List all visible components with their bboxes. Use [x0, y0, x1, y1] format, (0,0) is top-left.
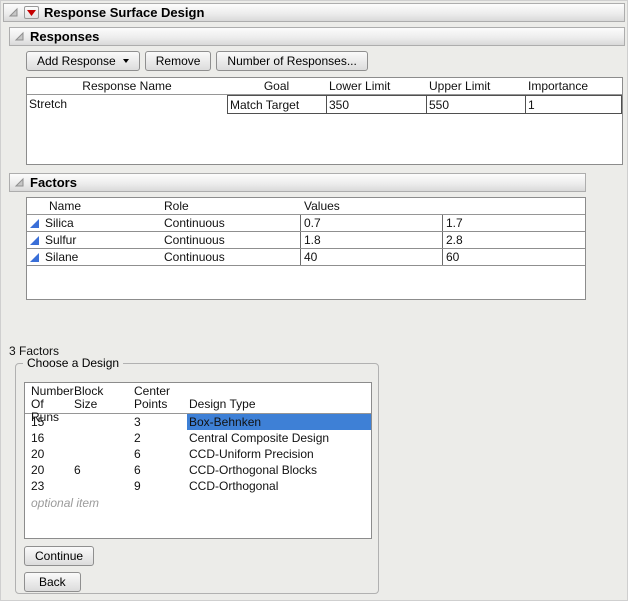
design-row-ccd-orthogonal[interactable]: 23 9 CCD-Orthogonal [25, 478, 371, 494]
factor-high-value-cell[interactable]: 2.8 [442, 232, 585, 248]
col-header-center-points: Center Points [131, 385, 187, 411]
design-row-ccd-uniform-precision[interactable]: 20 6 CCD-Uniform Precision [25, 446, 371, 462]
factor-low-value-cell[interactable]: 40 [300, 249, 442, 265]
design-row-ccd-orthogonal-blocks[interactable]: 20 6 6 CCD-Orthogonal Blocks [25, 462, 371, 478]
factors-table: Name Role Values Silica Continuous 0.7 1… [26, 197, 586, 300]
response-goal-cell[interactable]: Match Target [227, 95, 327, 114]
design-block-size [71, 446, 131, 462]
col-header-importance: Importance [525, 79, 622, 93]
design-type: CCD-Orthogonal Blocks [187, 462, 371, 478]
col-header-name: Name [27, 199, 160, 213]
responses-section-title: Responses [30, 29, 99, 44]
factor-name: Silane [45, 250, 78, 264]
col-header-role: Role [160, 199, 300, 213]
factor-name: Silica [45, 216, 74, 230]
design-center-points: 6 [131, 446, 187, 462]
design-block-size [71, 478, 131, 494]
factors-table-header: Name Role Values [27, 198, 585, 215]
main-outline-header[interactable]: Response Surface Design [3, 3, 625, 22]
remove-button[interactable]: Remove [145, 51, 212, 71]
col-header-number-of-runs: Number Of Runs [25, 385, 71, 411]
col-header-goal: Goal [227, 79, 326, 93]
response-row: Stretch Match Target 350 550 1 [27, 95, 622, 114]
design-runs: 20 [25, 446, 71, 462]
design-block-size: 6 [71, 462, 131, 478]
design-buttons: Continue Back [24, 546, 94, 592]
responses-table: Response Name Goal Lower Limit Upper Lim… [26, 77, 623, 165]
design-type: CCD-Uniform Precision [187, 446, 371, 462]
factor-name-cell[interactable]: Sulfur [27, 232, 160, 248]
factor-low-value-cell[interactable]: 0.7 [300, 215, 442, 231]
design-runs: 20 [25, 462, 71, 478]
design-center-points: 3 [131, 414, 187, 430]
factor-low-value-cell[interactable]: 1.8 [300, 232, 442, 248]
design-row-box-behnken[interactable]: 15 3 Box-Behnken [25, 414, 371, 430]
response-upper-limit-cell[interactable]: 550 [426, 95, 526, 114]
responses-table-header: Response Name Goal Lower Limit Upper Lim… [27, 78, 622, 95]
back-button[interactable]: Back [24, 572, 81, 592]
col-header-block-size: Block Size [71, 385, 131, 411]
col-header-upper-limit: Upper Limit [426, 79, 525, 93]
response-importance-cell[interactable]: 1 [525, 95, 622, 114]
design-type: CCD-Orthogonal [187, 478, 371, 494]
factors-outline-header[interactable]: Factors [9, 173, 586, 192]
factor-role-cell[interactable]: Continuous [160, 232, 300, 248]
col-header-values: Values [300, 199, 340, 213]
factor-row: Sulfur Continuous 1.8 2.8 [27, 232, 585, 249]
factor-role-cell[interactable]: Continuous [160, 215, 300, 231]
design-center-points: 9 [131, 478, 187, 494]
design-block-size [71, 414, 131, 430]
page-title: Response Surface Design [44, 5, 204, 20]
factor-high-value-cell[interactable]: 1.7 [442, 215, 585, 231]
disclosure-open-icon[interactable] [14, 31, 25, 42]
disclosure-open-icon[interactable] [14, 177, 25, 188]
continue-button[interactable]: Continue [24, 546, 94, 566]
response-surface-design-window: Response Surface Design Responses Add Re… [0, 0, 628, 601]
design-block-size [71, 430, 131, 446]
response-name-cell[interactable]: Stretch [27, 95, 227, 114]
design-runs: 16 [25, 430, 71, 446]
optional-item-placeholder: optional item [25, 494, 371, 510]
design-type: Central Composite Design [187, 430, 371, 446]
factors-section-title: Factors [30, 175, 77, 190]
design-row-central-composite[interactable]: 16 2 Central Composite Design [25, 430, 371, 446]
responses-outline-header[interactable]: Responses [9, 27, 625, 46]
factor-name-cell[interactable]: Silica [27, 215, 160, 231]
design-type: Box-Behnken [187, 414, 371, 430]
design-runs: 23 [25, 478, 71, 494]
design-center-points: 2 [131, 430, 187, 446]
continuous-factor-icon [29, 235, 40, 246]
red-triangle-menu-icon[interactable] [24, 6, 39, 19]
design-list: Number Of Runs Block Size Center Points … [24, 382, 372, 539]
factor-row: Silane Continuous 40 60 [27, 249, 585, 266]
continuous-factor-icon [29, 218, 40, 229]
design-list-header: Number Of Runs Block Size Center Points … [25, 383, 371, 414]
factor-name: Sulfur [45, 233, 76, 247]
continuous-factor-icon [29, 252, 40, 263]
design-center-points: 6 [131, 462, 187, 478]
design-runs: 15 [25, 414, 71, 430]
factor-row: Silica Continuous 0.7 1.7 [27, 215, 585, 232]
factor-role-cell[interactable]: Continuous [160, 249, 300, 265]
number-of-responses-button[interactable]: Number of Responses... [216, 51, 367, 71]
col-header-design-type: Design Type [187, 385, 371, 411]
responses-button-row: Add Response Remove Number of Responses.… [26, 51, 627, 71]
add-response-label: Add Response [37, 54, 116, 68]
col-header-response-name: Response Name [27, 79, 227, 93]
factor-name-cell[interactable]: Silane [27, 249, 160, 265]
disclosure-open-icon[interactable] [8, 7, 19, 18]
dropdown-arrow-icon [123, 59, 129, 63]
col-header-lower-limit: Lower Limit [326, 79, 426, 93]
choose-a-design-groupbox: Choose a Design Number Of Runs Block Siz… [15, 363, 379, 594]
response-lower-limit-cell[interactable]: 350 [326, 95, 427, 114]
add-response-button[interactable]: Add Response [26, 51, 140, 71]
factor-high-value-cell[interactable]: 60 [442, 249, 585, 265]
groupbox-title: Choose a Design [23, 356, 123, 370]
